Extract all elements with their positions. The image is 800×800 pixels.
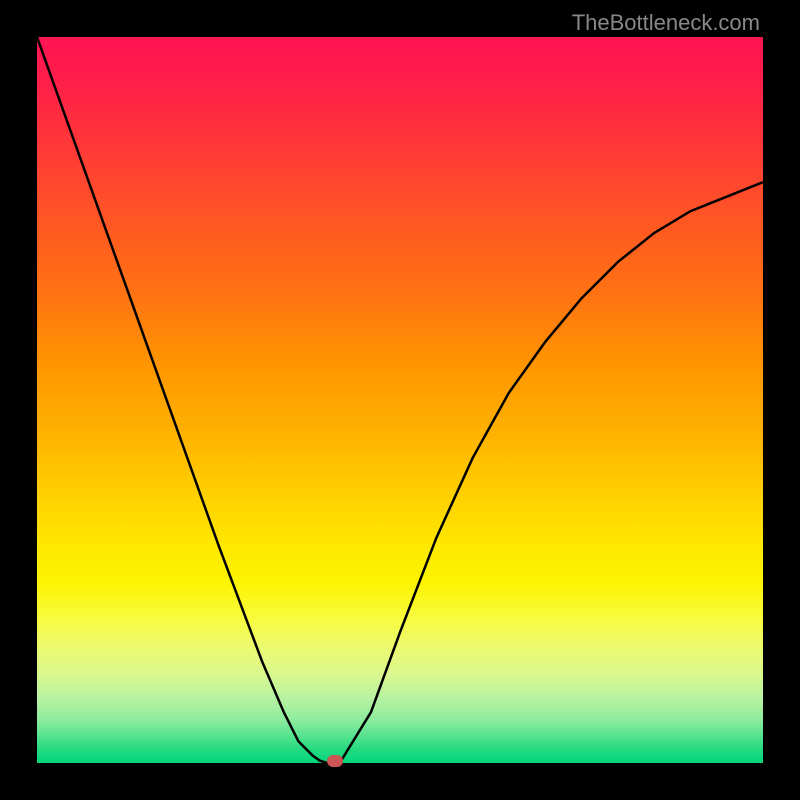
watermark-text: TheBottleneck.com — [572, 10, 760, 36]
chart-container: TheBottleneck.com — [0, 0, 800, 800]
optimal-point-marker — [327, 755, 343, 767]
bottleneck-curve — [37, 37, 763, 763]
